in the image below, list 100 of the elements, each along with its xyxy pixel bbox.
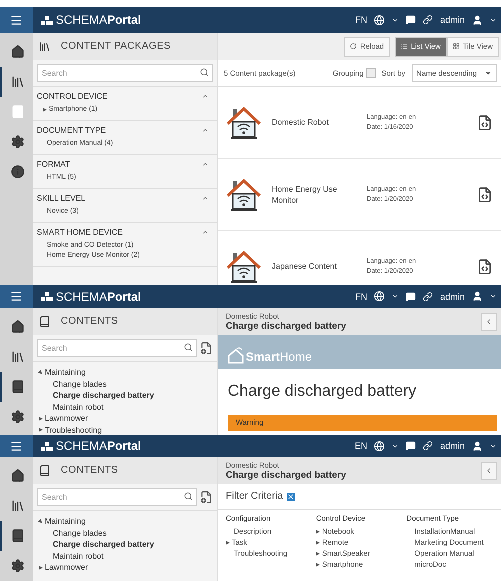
triangle-icon[interactable] (316, 562, 320, 566)
tree-item[interactable]: Change blades (39, 528, 211, 539)
home-icon[interactable] (10, 320, 24, 334)
logo-icon (41, 292, 53, 301)
document-settings-icon[interactable] (200, 490, 213, 504)
triangle-icon[interactable] (226, 540, 230, 544)
chevron-up-icon[interactable] (202, 161, 209, 168)
chevron-up-icon[interactable] (202, 229, 209, 236)
tree-item[interactable]: Maintaining (39, 516, 211, 528)
smart-home-logo-icon (228, 346, 244, 364)
facet-title: SMART HOME DEVICE (37, 228, 123, 237)
menu-button[interactable] (0, 285, 33, 308)
caret-icon[interactable] (490, 16, 497, 24)
page-heading: Charge discharged battery (227, 382, 418, 402)
brand-name-bold: Portal (107, 439, 142, 453)
caret-icon[interactable] (490, 442, 497, 450)
collapsed-triangle-icon[interactable] (39, 566, 43, 570)
document-settings-icon[interactable] (200, 342, 213, 354)
caret-icon[interactable] (392, 16, 400, 24)
language-icon[interactable] (374, 291, 386, 302)
chat-icon[interactable] (406, 441, 416, 451)
home-icon[interactable] (10, 469, 24, 483)
expanded-triangle-icon[interactable] (38, 370, 44, 376)
expanded-triangle-icon[interactable] (38, 518, 44, 525)
facet-title: CONTROL DEVICE (37, 92, 108, 101)
tree-item[interactable]: Lawnmower (39, 413, 211, 424)
banner-brand: SmartHome (246, 350, 312, 364)
caret-icon[interactable] (490, 293, 497, 300)
facet-title: SKILL LEVEL (37, 194, 86, 203)
triangle-icon[interactable] (316, 552, 320, 556)
settings-icon[interactable] (10, 135, 24, 149)
filter-title: Filter Criteria (226, 491, 284, 502)
user-name[interactable]: admin (440, 15, 465, 25)
tree-item[interactable]: Maintain robot (39, 550, 211, 562)
brand-name: SCHEMA (56, 439, 108, 453)
triangle-icon[interactable] (316, 540, 320, 544)
package-name[interactable]: Home Energy Use Monitor (272, 184, 357, 206)
link-icon[interactable] (423, 441, 434, 451)
logo-icon (41, 16, 53, 24)
menu-button[interactable] (0, 435, 33, 457)
menu-icon[interactable] (10, 440, 23, 452)
user-name[interactable]: admin (440, 441, 465, 451)
chat-icon[interactable] (406, 292, 416, 302)
tree-item[interactable]: Maintain robot (39, 402, 211, 413)
language-label[interactable]: FN (355, 15, 368, 25)
menu-button[interactable] (0, 7, 33, 33)
search-field[interactable]: Search (37, 488, 197, 506)
link-icon[interactable] (423, 292, 434, 302)
triangle-icon[interactable] (43, 108, 47, 112)
smart-house-icon (226, 104, 262, 140)
code-file-icon[interactable] (477, 258, 493, 274)
menu-icon[interactable] (10, 14, 23, 26)
menu-icon[interactable] (10, 290, 23, 303)
search-icon[interactable] (200, 68, 209, 77)
caret-icon[interactable] (392, 442, 400, 450)
chevron-left-icon[interactable] (485, 466, 493, 474)
language-label[interactable]: FN (355, 292, 368, 302)
brand-name: SCHEMA (56, 13, 108, 27)
close-icon[interactable] (287, 492, 296, 500)
chevron-left-icon[interactable] (485, 318, 493, 326)
code-file-icon[interactable] (477, 114, 493, 130)
link-icon[interactable] (423, 15, 434, 25)
chevron-up-icon[interactable] (202, 195, 209, 202)
chevron-up-icon[interactable] (202, 93, 209, 100)
tree-item[interactable]: Maintaining (39, 367, 211, 378)
user-name[interactable]: admin (440, 292, 465, 302)
caret-icon[interactable] (485, 70, 492, 76)
book-stack-icon[interactable] (10, 499, 24, 513)
tree-item[interactable]: Charge discharged battery (39, 390, 211, 402)
chat-icon[interactable] (406, 15, 416, 25)
settings-icon[interactable] (10, 559, 24, 573)
triangle-icon[interactable] (316, 530, 320, 534)
user-icon[interactable] (472, 291, 483, 302)
settings-icon[interactable] (10, 410, 24, 424)
package-name[interactable]: Domestic Robot (272, 117, 357, 128)
book-stack-icon[interactable] (10, 350, 24, 364)
search-icon[interactable] (184, 492, 193, 501)
tree-item[interactable]: Change blades (39, 378, 211, 390)
reload-icon[interactable] (350, 43, 358, 50)
language-label[interactable]: EN (354, 441, 368, 451)
search-icon[interactable] (184, 343, 193, 352)
book-stack-icon[interactable] (10, 75, 24, 89)
language-icon[interactable] (374, 440, 386, 452)
code-file-icon[interactable] (477, 186, 493, 202)
language-icon[interactable] (374, 14, 386, 26)
tree-item[interactable]: Lawnmower (39, 562, 211, 574)
tree-item[interactable]: Charge discharged battery (39, 539, 211, 550)
user-icon[interactable] (472, 440, 483, 452)
grouping-checkbox[interactable] (366, 68, 376, 78)
info-icon[interactable] (10, 165, 24, 179)
caret-icon[interactable] (392, 293, 400, 300)
list-icon[interactable] (401, 43, 408, 50)
search-field[interactable]: Search (37, 339, 197, 357)
user-icon[interactable] (472, 14, 483, 26)
package-name[interactable]: Japanese Content (272, 261, 357, 272)
search-field[interactable]: Search (37, 64, 213, 82)
collapsed-triangle-icon[interactable] (39, 416, 43, 421)
home-icon[interactable] (10, 45, 24, 59)
chevron-up-icon[interactable] (202, 127, 209, 134)
grid-icon[interactable] (452, 43, 460, 50)
